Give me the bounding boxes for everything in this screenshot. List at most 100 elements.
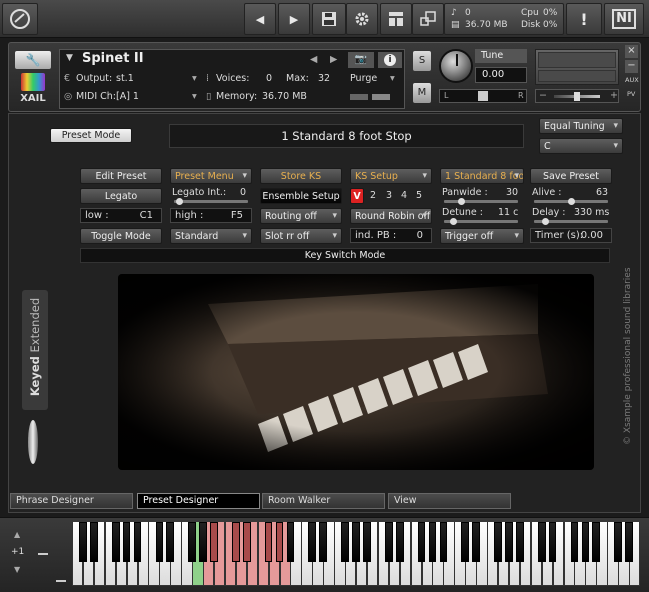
legato-intensity-slider[interactable] [174, 198, 248, 205]
timer-field[interactable]: Timer (s): 0.00 [530, 228, 612, 243]
black-key[interactable] [581, 522, 590, 562]
aux-button[interactable]: AUX [625, 76, 639, 84]
pan-slider[interactable]: L R [439, 89, 527, 103]
wrench-icon[interactable]: 🔧 [15, 51, 51, 69]
purge-dropdown-icon[interactable]: ▾ [390, 73, 395, 84]
black-key[interactable] [111, 522, 120, 562]
minimize-view-icon[interactable] [412, 3, 444, 35]
store-ks-button[interactable]: Store KS [260, 168, 342, 184]
preset-menu-select[interactable]: Preset Menu [170, 168, 252, 184]
black-key[interactable] [166, 522, 175, 562]
round-robin-select[interactable]: Round Robin off [350, 208, 432, 224]
volume-slider[interactable]: − + [535, 89, 619, 103]
tuning-select[interactable]: Equal Tuning [539, 118, 623, 134]
individual-pitchbend-field[interactable]: ind. PB : 0 [350, 228, 432, 243]
volume-minus-icon[interactable]: − [539, 90, 547, 101]
black-key[interactable] [461, 522, 470, 562]
black-key[interactable] [133, 522, 142, 562]
black-key[interactable] [472, 522, 480, 562]
output-select[interactable]: st.1 [116, 73, 134, 84]
keyswitch-v-button[interactable]: V [350, 188, 364, 204]
purge-button[interactable]: Purge [350, 73, 377, 84]
black-key[interactable] [363, 522, 371, 562]
preset-mode-button[interactable]: Preset Mode [50, 128, 132, 143]
nav-next-button[interactable]: ▶ [278, 3, 310, 35]
black-key[interactable] [79, 522, 87, 562]
tab-room-walker[interactable]: Room Walker [262, 493, 385, 509]
instrument-name[interactable]: Spinet II [82, 51, 144, 66]
prev-instrument-icon[interactable]: ◀ [310, 54, 317, 65]
tab-view[interactable]: View [388, 493, 511, 509]
midi-channel-select[interactable]: [A] 1 [116, 91, 139, 102]
black-key[interactable] [395, 522, 404, 562]
output-dropdown-icon[interactable]: ▾ [192, 73, 197, 84]
mod-wheel-indicator[interactable] [56, 580, 66, 582]
toggle-mode-button[interactable]: Toggle Mode [80, 228, 162, 244]
midi-dropdown-icon[interactable]: ▾ [192, 91, 197, 102]
trigger-select[interactable]: Trigger off [440, 228, 524, 244]
black-key[interactable] [275, 522, 284, 562]
high-range-field[interactable]: high : F5 [170, 208, 252, 223]
volume-handle[interactable] [574, 92, 580, 101]
alive-handle[interactable] [568, 198, 575, 205]
keyswitch-2-button[interactable]: 2 [370, 190, 376, 201]
volume-plus-icon[interactable]: + [610, 90, 618, 101]
keyswitch-3-button[interactable]: 3 [386, 190, 392, 201]
gear-icon[interactable] [346, 3, 378, 35]
next-instrument-icon[interactable]: ▶ [330, 54, 337, 65]
black-key[interactable] [494, 522, 502, 562]
black-key[interactable] [155, 522, 164, 562]
low-range-field[interactable]: low : C1 [80, 208, 162, 223]
panwide-handle[interactable] [458, 198, 465, 205]
black-key[interactable] [417, 522, 426, 562]
rack-view-icon[interactable] [380, 3, 412, 35]
detune-slider[interactable] [444, 218, 518, 225]
save-icon[interactable] [312, 3, 346, 35]
scroll-handle[interactable] [28, 420, 38, 464]
legato-intensity-handle[interactable] [176, 198, 183, 205]
black-key[interactable] [516, 522, 524, 562]
legato-button[interactable]: Legato [80, 188, 162, 204]
panwide-slider[interactable] [444, 198, 518, 205]
alive-slider[interactable] [534, 198, 608, 205]
tune-knob[interactable] [439, 49, 473, 83]
black-key[interactable] [242, 522, 251, 562]
black-key[interactable] [210, 522, 218, 562]
close-icon[interactable]: × [625, 45, 638, 58]
keyswitch-5-button[interactable]: 5 [416, 190, 422, 201]
slot-rr-select[interactable]: Slot rr off [260, 228, 342, 244]
snapshot-camera-icon[interactable]: 📷 [348, 52, 374, 68]
black-key[interactable] [286, 522, 295, 562]
octave-down-icon[interactable]: ▼ [14, 565, 20, 574]
black-key[interactable] [188, 522, 196, 562]
preset-name-select[interactable]: 1 Standard 8 foot S [440, 168, 524, 184]
black-key[interactable] [614, 522, 622, 562]
tab-phrase-designer[interactable]: Phrase Designer [10, 493, 133, 509]
black-key[interactable] [319, 522, 328, 562]
black-key[interactable] [384, 522, 393, 562]
black-key[interactable] [264, 522, 273, 562]
tab-preset-designer[interactable]: Preset Designer [137, 493, 260, 509]
root-key-select[interactable]: C [539, 138, 623, 154]
octave-up-icon[interactable]: ▲ [14, 530, 20, 539]
warning-button[interactable]: ! [566, 3, 602, 35]
black-key[interactable] [570, 522, 579, 562]
info-icon[interactable]: i [378, 52, 402, 68]
nav-prev-button[interactable]: ◀ [244, 3, 276, 35]
pv-button[interactable]: PV [627, 90, 635, 98]
black-key[interactable] [537, 522, 546, 562]
black-key[interactable] [439, 522, 448, 562]
black-key[interactable] [428, 522, 437, 562]
kontakt-logo-icon[interactable] [2, 3, 38, 35]
ni-logo[interactable]: NI [604, 3, 644, 35]
black-key[interactable] [122, 522, 131, 562]
routing-select[interactable]: Routing off [260, 208, 342, 224]
black-key[interactable] [592, 522, 601, 562]
tune-value[interactable]: 0.00 [475, 67, 527, 83]
save-preset-button[interactable]: Save Preset [530, 168, 612, 184]
ensemble-setup-button[interactable]: Ensemble Setup [260, 188, 342, 204]
max-voices-value[interactable]: 32 [318, 73, 330, 84]
edit-preset-button[interactable]: Edit Preset [80, 168, 162, 184]
black-key[interactable] [352, 522, 360, 562]
detune-handle[interactable] [450, 218, 457, 225]
